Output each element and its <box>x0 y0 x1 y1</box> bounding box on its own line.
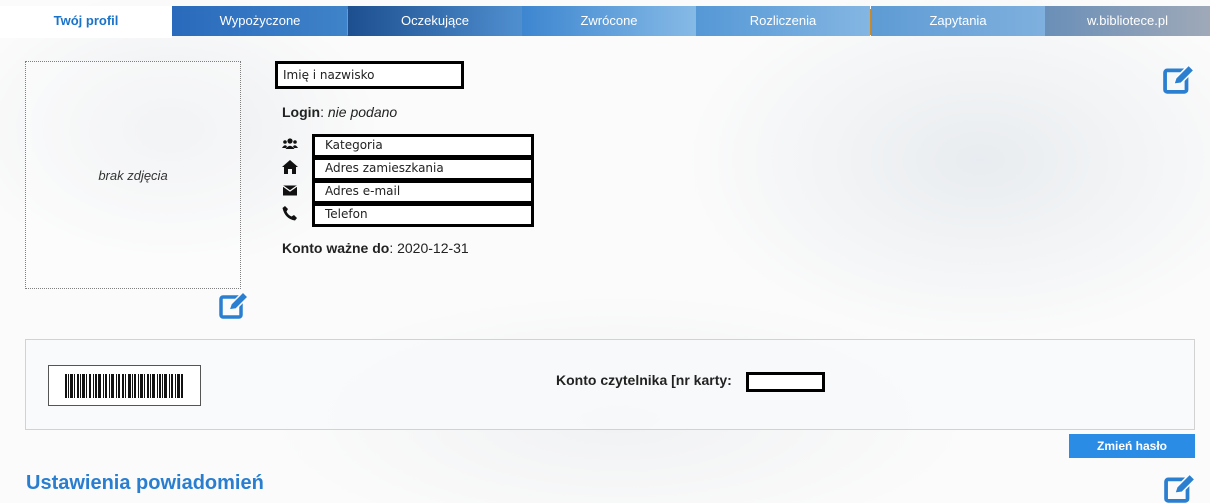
edit-icon <box>219 291 249 319</box>
notifications-section-title: Ustawienia powiadomień <box>26 472 264 494</box>
tab-returned[interactable]: Zwrócone <box>522 6 696 36</box>
login-line: Login: nie podano <box>282 104 398 120</box>
main-tabs: Twój profil Wypożyczone Oczekujące Zwróc… <box>0 0 1210 38</box>
tab-library-portal[interactable]: w.bibliotece.pl <box>1045 6 1210 36</box>
tab-queries[interactable]: Zapytania <box>871 6 1045 36</box>
valid-date: 2020-12-31 <box>397 240 469 256</box>
valid-label: Konto ważne do <box>282 240 390 256</box>
tab-settlements[interactable]: Rozliczenia <box>696 6 870 36</box>
login-label: Login <box>282 104 321 120</box>
no-photo-text: brak zdjęcia <box>98 167 168 183</box>
reader-account-label: Konto czytelnika [nr karty: <box>556 372 732 388</box>
profile-photo-placeholder: brak zdjęcia <box>25 61 241 289</box>
card-number-field <box>746 372 825 392</box>
edit-notifications-button[interactable] <box>1163 473 1197 503</box>
address-field: Adres zamieszkania <box>312 157 534 181</box>
change-password-button[interactable]: Zmień hasło <box>1069 434 1195 458</box>
edit-icon <box>1163 64 1196 94</box>
category-field: Kategoria <box>312 134 534 158</box>
full-name-field: Imię i nazwisko <box>275 61 464 89</box>
tab-profile[interactable]: Twój profil <box>0 6 172 38</box>
barcode-icon <box>65 374 183 398</box>
tab-borrowed[interactable]: Wypożyczone <box>172 6 348 36</box>
tab-waiting[interactable]: Oczekujące <box>348 6 522 36</box>
edit-photo-button[interactable] <box>219 291 249 319</box>
barcode <box>48 365 201 406</box>
envelope-icon <box>282 185 298 196</box>
account-validity: Konto ważne do: 2020-12-31 <box>282 240 469 256</box>
phone-icon <box>282 206 297 221</box>
edit-profile-button[interactable] <box>1162 64 1196 94</box>
home-icon <box>282 160 298 174</box>
email-field: Adres e-mail <box>312 180 534 204</box>
phone-field: Telefon <box>312 203 534 227</box>
login-value: nie podano <box>327 104 398 120</box>
users-icon <box>282 138 298 149</box>
edit-icon <box>1164 473 1197 503</box>
reader-account-panel: Konto czytelnika [nr karty: <box>25 339 1195 430</box>
